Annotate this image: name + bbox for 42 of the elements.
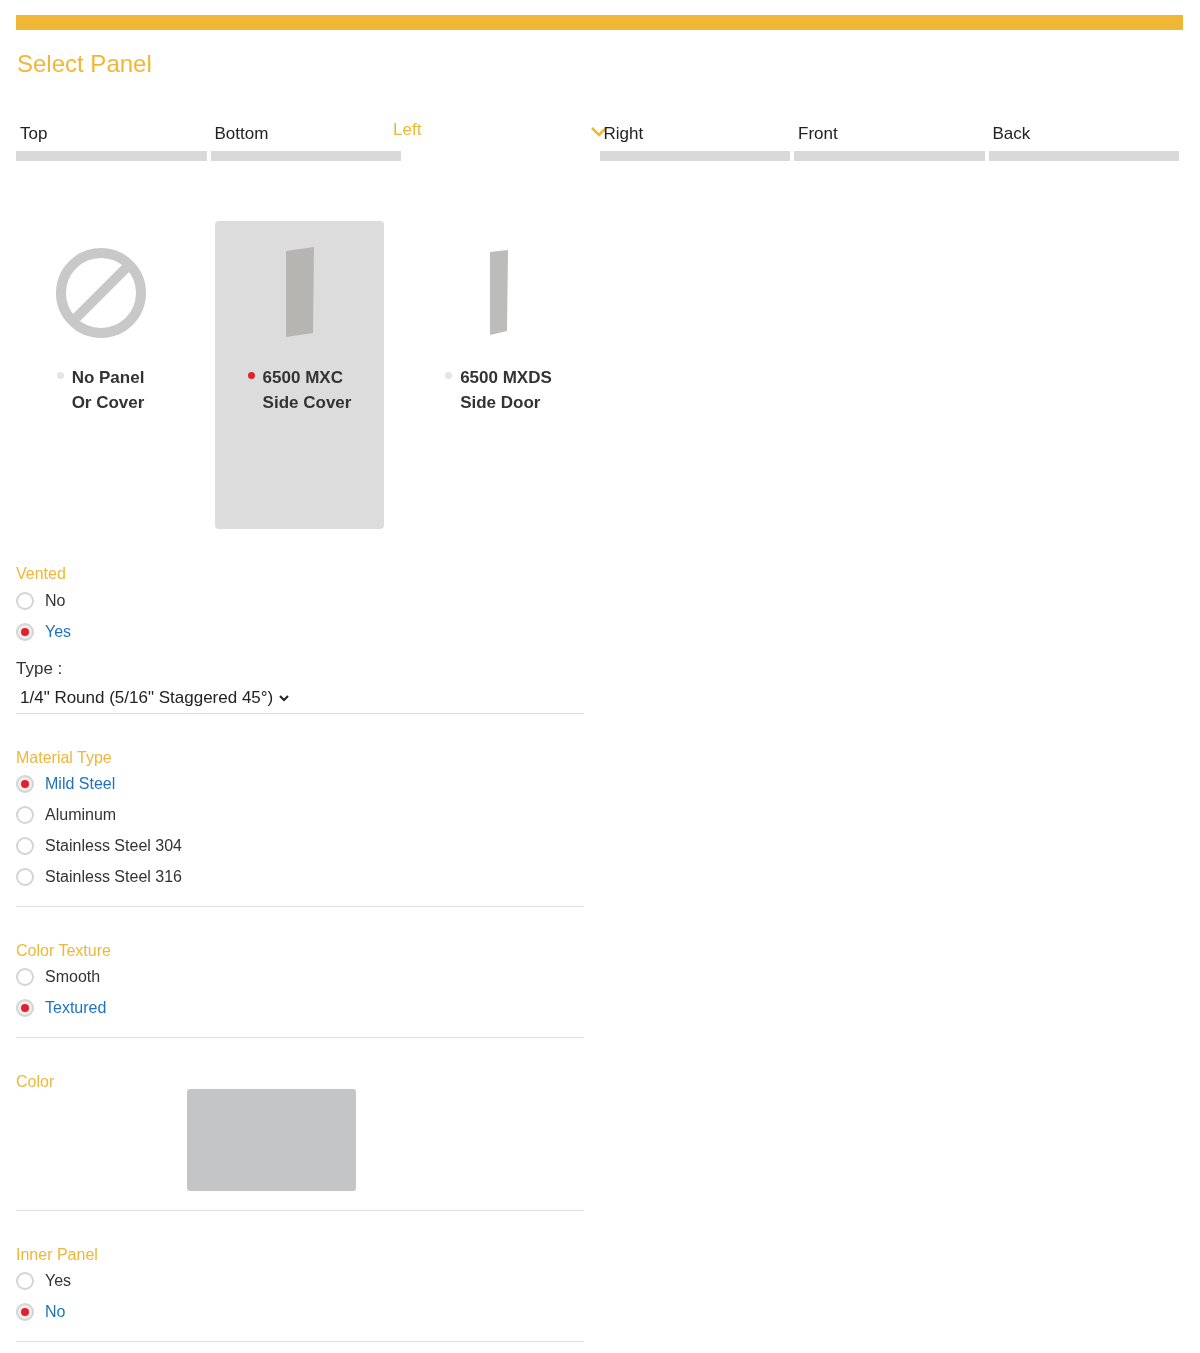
section-title: Inner Panel — [16, 1244, 99, 1265]
section-title: Color — [16, 1071, 56, 1092]
radio-label: Aluminum — [45, 805, 117, 825]
radio-label: Smooth — [45, 967, 101, 987]
field-label: Type : — [16, 658, 64, 680]
radio-label: Textured — [45, 998, 107, 1018]
radio-label: Yes — [45, 621, 72, 642]
radio-button[interactable] — [16, 999, 34, 1017]
page-title: Select Panel — [17, 49, 153, 79]
no-symbol-icon — [54, 247, 147, 339]
tab[interactable]: Top — [20, 120, 48, 146]
radio-button[interactable] — [16, 591, 34, 610]
radio-button[interactable] — [16, 775, 34, 793]
radio-button[interactable] — [16, 837, 34, 855]
option-label: 6500 MXC Side Cover — [262, 367, 352, 414]
section-title: Material Type — [16, 747, 113, 768]
radio-button[interactable] — [16, 806, 34, 824]
radio-label: No — [45, 590, 66, 611]
option-label: No Panel Or Cover — [71, 367, 145, 414]
tab[interactable]: Right — [603, 120, 644, 146]
radio-button[interactable] — [16, 1303, 34, 1321]
panel-option-card[interactable]: 6500 MXC Side Cover — [215, 221, 384, 529]
radio-label: Mild Steel — [45, 774, 116, 794]
type-dropdown[interactable]: 1/4" Round (5/16" Staggered 45°) — [16, 681, 584, 714]
radio-label: Stainless Steel 316 — [45, 867, 182, 887]
side-door-icon — [487, 249, 510, 337]
option-label: 6500 MXDS Side Door — [460, 367, 552, 414]
radio-button[interactable] — [16, 1272, 34, 1290]
color-swatch[interactable] — [187, 1088, 356, 1191]
side-cover-icon — [283, 247, 316, 339]
section-title: Color Texture — [16, 940, 112, 961]
radio-label: Stainless Steel 304 — [45, 836, 182, 856]
tab[interactable]: Front — [798, 120, 838, 146]
tab[interactable]: Back — [992, 120, 1031, 146]
chevron-down-icon — [279, 694, 290, 702]
radio-label: Yes — [45, 1271, 72, 1291]
radio-button[interactable] — [16, 868, 34, 886]
tab[interactable]: Bottom — [214, 120, 269, 146]
radio-label: No — [45, 1302, 66, 1322]
radio-button[interactable] — [16, 622, 34, 641]
section-title: Vented — [16, 564, 67, 584]
radio-button[interactable] — [16, 968, 34, 986]
